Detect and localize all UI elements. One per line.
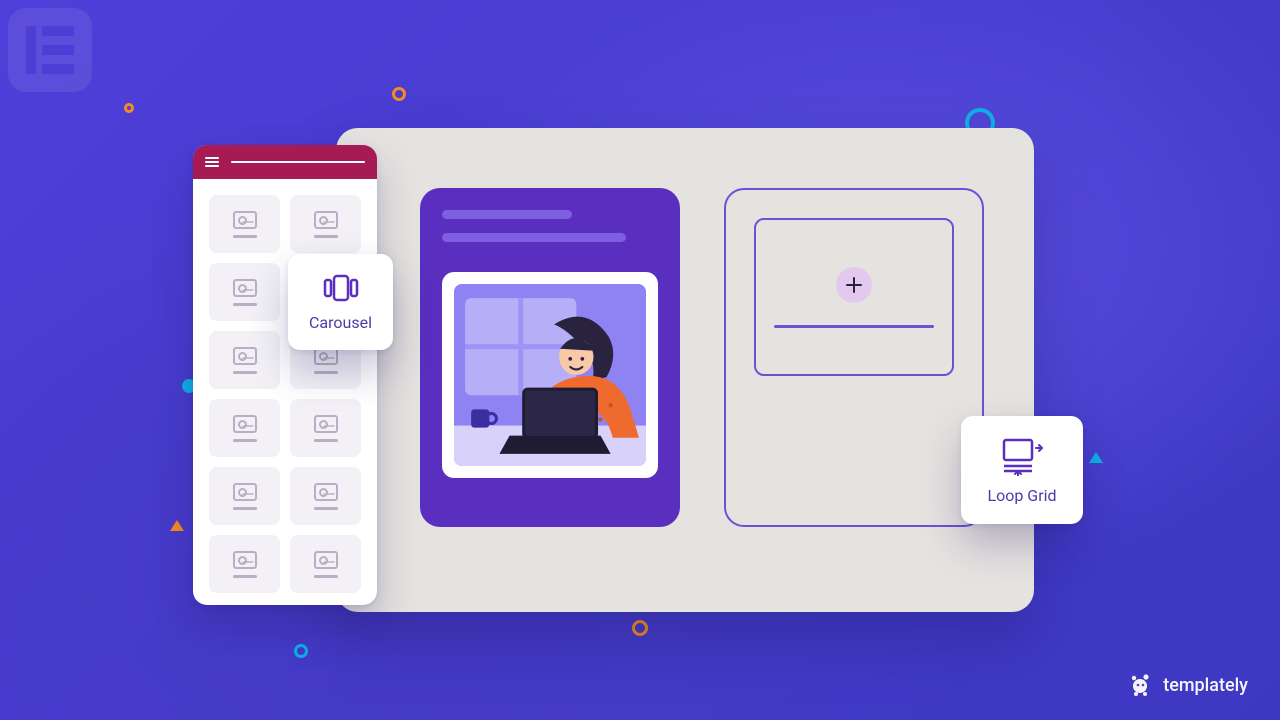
image-placeholder-icon bbox=[233, 279, 257, 297]
placeholder-line-icon bbox=[233, 439, 257, 442]
brand-name: templately bbox=[1163, 675, 1248, 696]
loop-grid-icon bbox=[998, 436, 1046, 476]
image-placeholder-icon bbox=[314, 483, 338, 501]
elementor-widgets-panel bbox=[193, 145, 377, 605]
image-placeholder-icon bbox=[314, 551, 338, 569]
image-placeholder-icon bbox=[233, 211, 257, 229]
placeholder-line-icon bbox=[314, 235, 338, 238]
decor-triangle-cyan-icon bbox=[1089, 452, 1103, 463]
placeholder-line-icon bbox=[233, 507, 257, 510]
widget-item[interactable] bbox=[209, 263, 280, 321]
elementor-corner-logo bbox=[0, 0, 100, 104]
placeholder-line-icon bbox=[314, 575, 338, 578]
widget-chip-label: Carousel bbox=[309, 313, 372, 332]
decor-circle-cyan-icon bbox=[294, 644, 308, 658]
hamburger-menu-icon[interactable] bbox=[205, 157, 219, 167]
image-placeholder-icon bbox=[233, 415, 257, 433]
widget-chip-carousel[interactable]: Carousel bbox=[288, 254, 393, 350]
decor-circle-orange-icon bbox=[392, 87, 406, 101]
widget-item[interactable] bbox=[290, 195, 361, 253]
carousel-preview-card bbox=[420, 188, 680, 527]
plus-icon bbox=[845, 276, 863, 294]
placeholder-line-icon bbox=[233, 575, 257, 578]
carousel-slide[interactable] bbox=[442, 272, 658, 478]
placeholder-line-icon bbox=[314, 439, 338, 442]
brand-footer: templately bbox=[1127, 672, 1248, 698]
placeholder-line-icon bbox=[233, 235, 257, 238]
illustration-person-laptop-icon bbox=[454, 284, 646, 466]
decor-circle-orange-icon bbox=[124, 103, 134, 113]
panel-header bbox=[193, 145, 377, 179]
placeholder-line-icon bbox=[233, 303, 257, 306]
widget-item[interactable] bbox=[209, 535, 280, 593]
placeholder-line-icon bbox=[233, 371, 257, 374]
placeholder-line-icon bbox=[442, 233, 626, 242]
image-placeholder-icon bbox=[233, 551, 257, 569]
placeholder-line-icon bbox=[314, 371, 338, 374]
widget-item[interactable] bbox=[290, 467, 361, 525]
image-placeholder-icon bbox=[314, 415, 338, 433]
widget-item[interactable] bbox=[209, 399, 280, 457]
widget-item[interactable] bbox=[290, 535, 361, 593]
placeholder-line-icon bbox=[442, 210, 572, 219]
decor-triangle-orange-icon bbox=[170, 520, 184, 531]
decor-circle-orange-icon bbox=[632, 620, 648, 636]
placeholder-line-icon bbox=[774, 325, 934, 328]
templately-logo-icon bbox=[1127, 672, 1153, 698]
loop-item-dropzone[interactable] bbox=[754, 218, 954, 376]
widget-grid bbox=[193, 179, 377, 605]
image-placeholder-icon bbox=[233, 483, 257, 501]
widget-item[interactable] bbox=[209, 195, 280, 253]
image-placeholder-icon bbox=[233, 347, 257, 365]
panel-title-placeholder-icon bbox=[231, 161, 365, 163]
carousel-icon bbox=[323, 273, 359, 303]
widget-chip-loop-grid[interactable]: Loop Grid bbox=[961, 416, 1083, 524]
add-element-button[interactable] bbox=[836, 267, 872, 303]
loop-grid-preview-card bbox=[724, 188, 984, 527]
widget-item[interactable] bbox=[209, 331, 280, 389]
widget-item[interactable] bbox=[290, 399, 361, 457]
placeholder-line-icon bbox=[314, 507, 338, 510]
widget-item[interactable] bbox=[209, 467, 280, 525]
widget-chip-label: Loop Grid bbox=[987, 486, 1056, 505]
image-placeholder-icon bbox=[314, 211, 338, 229]
